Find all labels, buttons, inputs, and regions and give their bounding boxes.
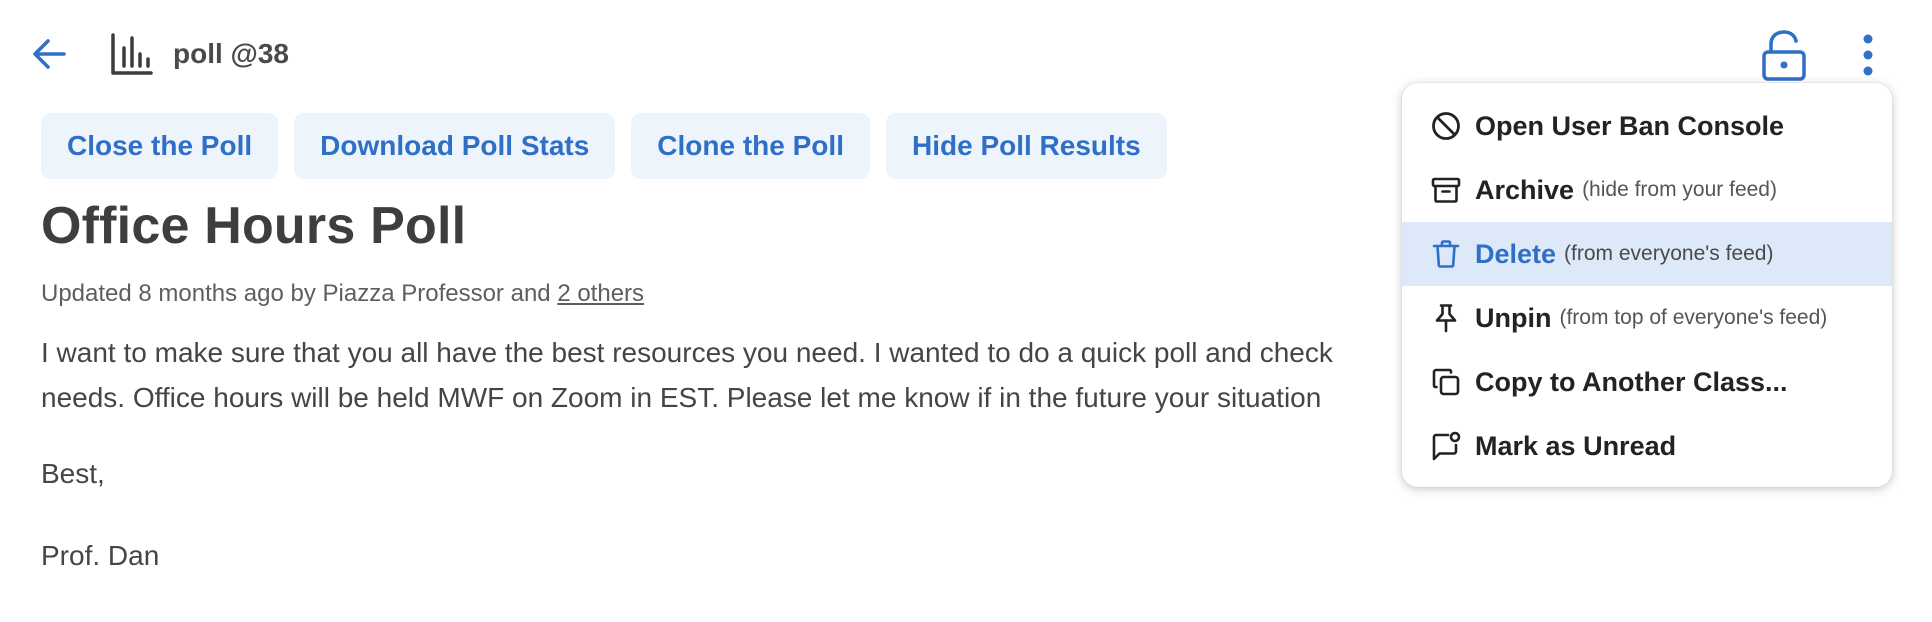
menu-item-hint: (from top of everyone's feed) [1559, 306, 1828, 329]
archive-icon [1431, 177, 1461, 203]
post-meta-text: Updated 8 months ago by Piazza Professor… [41, 280, 551, 307]
hide-poll-results-button[interactable]: Hide Poll Results [885, 113, 1167, 179]
more-options-button[interactable] [1856, 30, 1880, 82]
post-options-menu: Open User Ban Console Archive (hide from… [1402, 83, 1892, 487]
close-poll-button[interactable]: Close the Poll [41, 113, 279, 179]
menu-item-hint: (from everyone's feed) [1564, 242, 1774, 265]
menu-item-archive[interactable]: Archive (hide from your feed) [1402, 158, 1892, 222]
menu-item-label: Open User Ban Console [1475, 110, 1785, 141]
trash-icon [1432, 240, 1460, 268]
menu-item-label: Unpin [1475, 302, 1552, 333]
clone-poll-button[interactable]: Clone the Poll [631, 113, 870, 179]
unlock-icon [1762, 30, 1806, 81]
ban-icon [1432, 112, 1460, 140]
menu-item-label: Archive [1475, 174, 1575, 205]
post-meta: Updated 8 months ago by Piazza Professor… [41, 280, 644, 308]
arrow-left-icon [33, 39, 66, 69]
post-signature: Prof. Dan [41, 540, 160, 571]
download-poll-stats-button[interactable]: Download Poll Stats [294, 113, 616, 179]
mark-unread-icon [1432, 431, 1461, 461]
post-signoff: Best, [41, 458, 105, 489]
menu-item-label: Copy to Another Class... [1475, 366, 1788, 397]
menu-item-delete[interactable]: Delete (from everyone's feed) [1402, 222, 1892, 286]
back-button[interactable] [30, 34, 70, 74]
more-vertical-icon [1863, 34, 1873, 76]
unlock-button[interactable] [1760, 30, 1808, 82]
poll-actions: Close the Poll Download Poll Stats Clone… [41, 113, 1167, 179]
menu-item-copy-to-another-class[interactable]: Copy to Another Class... [1402, 350, 1892, 414]
menu-item-open-user-ban-console[interactable]: Open User Ban Console [1402, 94, 1892, 158]
menu-item-mark-as-unread[interactable]: Mark as Unread [1402, 414, 1892, 478]
menu-item-unpin[interactable]: Unpin (from top of everyone's feed) [1402, 286, 1892, 350]
post-body-line: needs. Office hours will be held MWF on … [41, 382, 1322, 413]
post-body: I want to make sure that you all have th… [41, 330, 1421, 420]
poll-icon [110, 32, 154, 76]
menu-item-label: Mark as Unread [1475, 430, 1677, 461]
pin-icon [1435, 304, 1457, 333]
post-body-line: I want to make sure that you all have th… [41, 337, 1333, 368]
menu-item-hint: (hide from your feed) [1582, 178, 1777, 201]
post-id: poll @38 [173, 38, 289, 69]
post-title: Office Hours Poll [41, 197, 467, 255]
others-link[interactable]: 2 others [557, 280, 644, 307]
menu-item-label: Delete [1475, 238, 1557, 269]
copy-icon [1432, 368, 1460, 396]
